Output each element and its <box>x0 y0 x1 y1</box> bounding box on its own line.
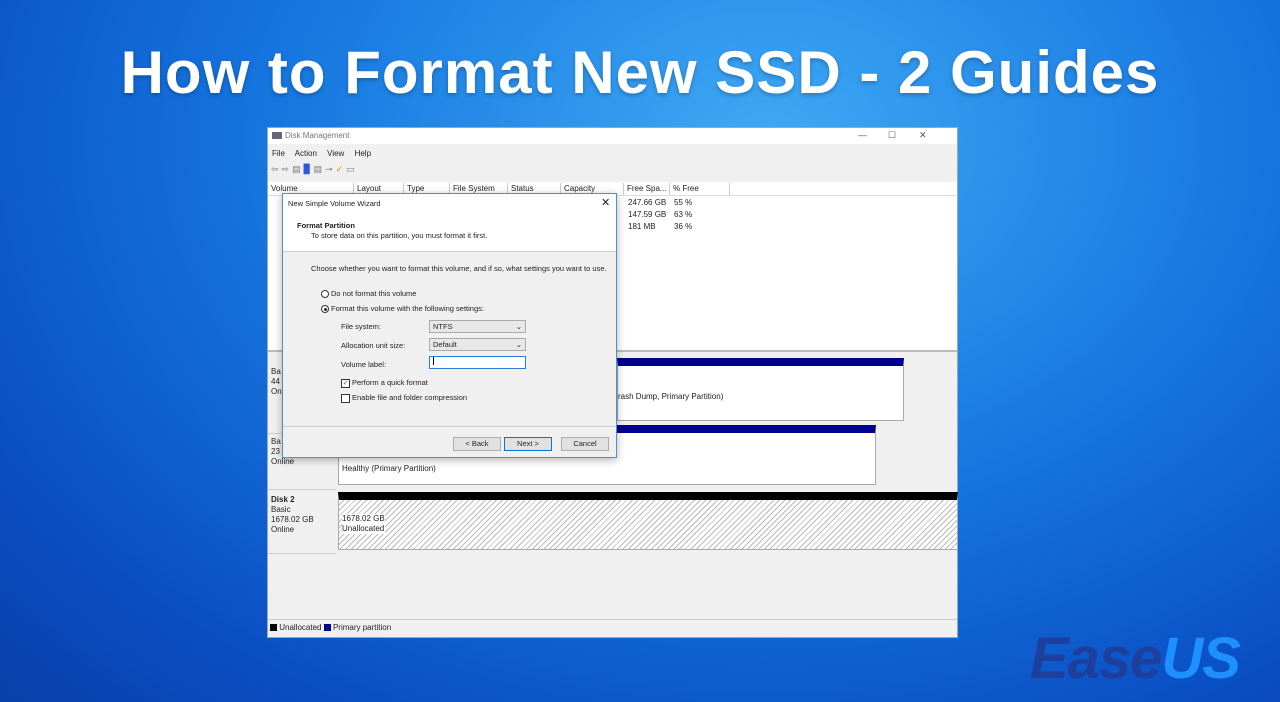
app-icon <box>272 132 282 139</box>
free-space: 247.66 GB <box>628 198 667 207</box>
close-icon[interactable]: ✕ <box>601 196 610 209</box>
text-cursor <box>433 357 434 365</box>
partition-status: rash Dump, Primary Partition) <box>618 392 724 401</box>
minimize-button[interactable]: — <box>858 130 867 140</box>
disk-name: Disk 2 <box>271 495 295 504</box>
forward-arrow-icon[interactable]: ⇨ <box>282 164 293 174</box>
quick-format-checkbox[interactable]: ✓ Perform a quick format <box>341 378 428 388</box>
cancel-button[interactable]: Cancel <box>561 437 609 451</box>
help-icon[interactable]: ▉ <box>304 164 314 174</box>
col-percent-free[interactable]: % Free <box>670 183 730 195</box>
maximize-button[interactable]: ☐ <box>888 130 896 141</box>
percent-free: 36 % <box>674 222 693 231</box>
allocation-unit-label: Allocation unit size: <box>341 341 406 350</box>
title-bar: Disk Management — ☐ ✕ <box>268 128 957 144</box>
volume-label-input[interactable] <box>429 356 526 369</box>
selected-value: NTFS <box>433 322 453 331</box>
chevron-down-icon: ⌄ <box>515 322 522 331</box>
legend-unallocated: Unallocated <box>279 623 322 632</box>
selected-value: Default <box>433 340 457 349</box>
checkbox-label: Enable file and folder compression <box>352 393 468 402</box>
disk-status: Online <box>271 457 295 466</box>
radio-icon <box>321 290 329 299</box>
prompt-text: Choose whether you want to format this v… <box>311 264 607 273</box>
radio-do-not-format[interactable]: Do not format this volume <box>321 289 417 299</box>
col-free-space[interactable]: Free Spa... <box>624 183 670 195</box>
toolbar: ⇦⇨▤▉▤⊸✓▭ <box>271 164 358 175</box>
partition-status: Healthy (Primary Partition) <box>342 464 436 473</box>
dialog-title-bar: New Simple Volume Wizard ✕ <box>283 194 616 212</box>
checkbox-label: Perform a quick format <box>352 378 428 387</box>
menu-file[interactable]: File <box>272 149 285 158</box>
free-space: 181 MB <box>628 222 656 231</box>
primary-swatch <box>323 624 331 632</box>
volume-label-label: Volume label: <box>341 360 387 369</box>
disk-status: Online <box>271 525 295 534</box>
headline: How to Format New SSD - 2 Guides <box>120 39 1160 106</box>
unallocated-size: 1678.02 GB <box>342 514 385 523</box>
legend: Unallocated Primary partition <box>268 619 957 633</box>
check-icon[interactable]: ✓ <box>336 164 347 174</box>
menu-view[interactable]: View <box>327 149 344 158</box>
unallocated-swatch <box>270 624 277 632</box>
wizard-header: Format Partition To store data on this p… <box>283 212 616 252</box>
disk-type: Basic <box>271 505 291 514</box>
compression-checkbox[interactable]: Enable file and folder compression <box>341 393 467 403</box>
divider <box>283 426 616 427</box>
disk-0-partition[interactable]: rash Dump, Primary Partition) <box>617 358 904 421</box>
back-arrow-icon[interactable]: ⇦ <box>271 164 282 174</box>
new-simple-volume-wizard: New Simple Volume Wizard ✕ Format Partit… <box>282 193 617 458</box>
file-system-select[interactable]: NTFS ⌄ <box>429 320 526 333</box>
disk-size: 1678.02 GB <box>271 515 314 524</box>
view-icon[interactable]: ▤ <box>314 164 326 174</box>
back-button[interactable]: < Back <box>453 437 501 451</box>
menu-action[interactable]: Action <box>295 149 317 158</box>
wizard-subheading: To store data on this partition, you mus… <box>311 231 488 240</box>
radio-label: Format this volume with the following se… <box>331 304 484 313</box>
radio-selected-icon <box>321 305 329 314</box>
logo-us: US <box>1161 626 1241 691</box>
window-title: Disk Management <box>285 131 350 140</box>
checkbox-icon <box>341 393 350 403</box>
connect-icon[interactable]: ⊸ <box>325 164 336 174</box>
next-button[interactable]: Next > <box>504 437 552 451</box>
unallocated-info: 1678.02 GB Unallocated <box>342 514 385 534</box>
free-space: 147.59 GB <box>628 210 667 219</box>
allocation-unit-select[interactable]: Default ⌄ <box>429 338 526 351</box>
logo-ease: Ease <box>1029 626 1162 691</box>
dialog-title: New Simple Volume Wizard <box>288 199 381 208</box>
radio-format[interactable]: Format this volume with the following se… <box>321 304 484 314</box>
menu-help[interactable]: Help <box>355 149 371 158</box>
percent-free: 55 % <box>674 198 693 207</box>
wizard-heading: Format Partition <box>297 221 355 230</box>
legend-primary: Primary partition <box>332 623 392 632</box>
menu-bar: File Action View Help <box>272 149 371 158</box>
list-icon[interactable]: ▭ <box>346 164 358 174</box>
percent-free: 63 % <box>674 210 693 219</box>
file-system-label: File system: <box>341 322 382 331</box>
chevron-down-icon: ⌄ <box>515 340 522 349</box>
properties-icon[interactable]: ▤ <box>292 164 304 174</box>
disk-2-unallocated[interactable]: 1678.02 GB Unallocated <box>338 492 958 550</box>
disk-2-label[interactable]: Disk 2 Basic 1678.02 GB Online <box>268 492 336 554</box>
checkbox-checked-icon: ✓ <box>341 378 350 388</box>
unallocated-label: Unallocated <box>342 524 385 533</box>
close-button[interactable]: ✕ <box>919 130 927 141</box>
easeus-logo: EaseUS <box>1029 625 1241 692</box>
radio-label: Do not format this volume <box>331 289 417 298</box>
